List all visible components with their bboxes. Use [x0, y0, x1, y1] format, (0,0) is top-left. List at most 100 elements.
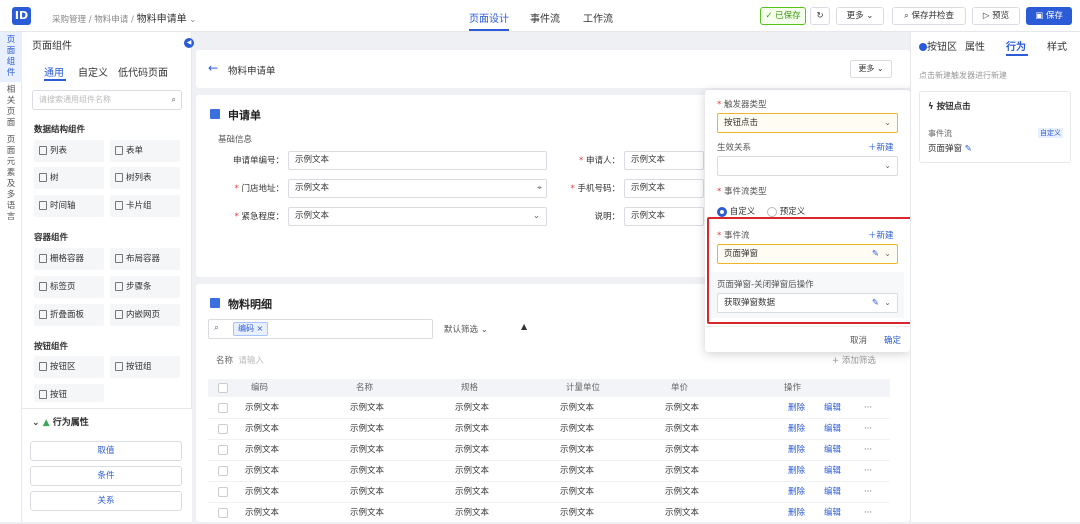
relation-button[interactable]: 关系: [30, 491, 182, 511]
default-filter-dropdown[interactable]: 默认筛选 ⌄: [444, 323, 488, 335]
filter-tag[interactable]: 编码 ×: [233, 322, 269, 336]
breadcrumb-item[interactable]: 采购管理: [52, 15, 86, 25]
confirm-button[interactable]: 确定: [884, 334, 901, 346]
tab-indicator: [44, 79, 66, 81]
tab-common[interactable]: 通用: [44, 64, 64, 79]
select-all-checkbox[interactable]: [218, 383, 228, 393]
row-checkbox[interactable]: [218, 445, 228, 455]
component-item[interactable]: 树: [34, 167, 104, 189]
tab-style[interactable]: 样式: [1047, 38, 1067, 53]
component-item[interactable]: 表单: [110, 140, 180, 162]
store-address-value: 示例文本: [295, 183, 330, 193]
more-button[interactable]: 更多 ⌄: [836, 7, 884, 25]
row-checkbox[interactable]: [218, 424, 228, 434]
flow-value-text: 页面弹窗: [928, 144, 963, 154]
store-address-input[interactable]: 示例文本 ⌖: [288, 179, 547, 198]
component-item[interactable]: 布局容器: [110, 248, 180, 270]
tab-behavior[interactable]: 行为: [1006, 38, 1026, 53]
tab-custom[interactable]: 自定义: [78, 64, 108, 79]
close-icon[interactable]: ×: [257, 324, 264, 333]
back-arrow-icon[interactable]: ←: [208, 61, 218, 75]
caret-up-icon[interactable]: ▲: [521, 322, 527, 331]
component-item[interactable]: 时间轴: [34, 195, 104, 217]
trigger-type-select[interactable]: 按钮点击 ⌄: [717, 113, 898, 133]
tab-properties[interactable]: 属性: [965, 38, 985, 53]
delete-link[interactable]: 删除: [788, 419, 805, 439]
component-item[interactable]: 折叠面板: [34, 304, 104, 326]
component-search-input[interactable]: 请搜索通用组件名称 ⌕: [32, 90, 182, 110]
component-item[interactable]: 按钮组: [110, 356, 180, 378]
more-actions-icon[interactable]: ···: [864, 440, 872, 460]
edit-link[interactable]: 编辑: [824, 503, 841, 523]
vtab-related-pages[interactable]: 相关页面: [0, 82, 22, 132]
delete-link[interactable]: 删除: [788, 461, 805, 481]
component-item[interactable]: 内嵌网页: [110, 304, 180, 326]
delete-link[interactable]: 删除: [788, 482, 805, 502]
edit-link[interactable]: 编辑: [824, 398, 841, 418]
more-actions-icon[interactable]: ···: [864, 482, 872, 502]
component-item[interactable]: 标签页: [34, 276, 104, 298]
component-item[interactable]: 按钮区: [34, 356, 104, 378]
trigger-card-title: ϟ 按钮点击: [928, 100, 971, 112]
edit-link[interactable]: 编辑: [824, 461, 841, 481]
urgency-select[interactable]: 示例文本 ⌄: [288, 207, 547, 226]
location-pin-icon[interactable]: ⌖: [537, 180, 542, 197]
radio-checked-icon: [717, 206, 727, 217]
delete-link[interactable]: 删除: [788, 398, 805, 418]
row-checkbox[interactable]: [218, 466, 228, 476]
cancel-button[interactable]: 取消: [850, 334, 867, 346]
edit-link[interactable]: 编辑: [824, 482, 841, 502]
component-item[interactable]: 按钮: [34, 384, 104, 402]
more-actions-icon[interactable]: ···: [864, 461, 872, 481]
component-item[interactable]: 列表: [34, 140, 104, 162]
tab-workflow[interactable]: 工作流: [583, 10, 613, 25]
detail-search-input[interactable]: ⌕ 编码 ×: [208, 319, 433, 339]
tab-button-area[interactable]: 按钮区: [919, 38, 957, 53]
collapse-icon[interactable]: ◀: [184, 38, 194, 48]
vtab-page-components[interactable]: 页面组件: [0, 32, 22, 82]
tab-lowcode-page[interactable]: 低代码页面: [118, 64, 168, 79]
component-item[interactable]: 卡片组: [110, 195, 180, 217]
chevron-down-icon[interactable]: ⌄: [189, 15, 196, 25]
applicant-input[interactable]: 示例文本: [624, 151, 704, 170]
tab-page-design[interactable]: 页面设计: [469, 10, 509, 25]
save-and-check-button[interactable]: ⌕ 保存并检查: [892, 7, 966, 25]
column-header: 编码: [251, 383, 269, 393]
tab-event-flow[interactable]: 事件流: [530, 10, 560, 25]
preview-button[interactable]: ▷ 预览: [972, 7, 1020, 25]
description-input[interactable]: 示例文本: [624, 207, 704, 226]
component-item[interactable]: 树列表: [110, 167, 180, 189]
radio-preset[interactable]: 预定义: [767, 205, 805, 217]
edit-link[interactable]: 编辑: [824, 440, 841, 460]
row-checkbox[interactable]: [218, 508, 228, 518]
more-actions-icon[interactable]: ···: [864, 398, 872, 418]
page-more-button[interactable]: 更多 ⌄: [850, 60, 892, 78]
effect-relation-select[interactable]: ⌄: [717, 156, 898, 176]
request-number-input[interactable]: 示例文本: [288, 151, 547, 170]
trigger-card[interactable]: ϟ 按钮点击 事件流 自定义 页面弹窗 ✎: [919, 91, 1071, 163]
app-logo[interactable]: ID: [12, 7, 31, 25]
edit-link[interactable]: 编辑: [824, 419, 841, 439]
value-button[interactable]: 取值: [30, 441, 182, 461]
phone-input[interactable]: 示例文本: [624, 179, 704, 198]
vtab-page-elements[interactable]: 页面元素及多语言: [0, 132, 22, 226]
component-item[interactable]: 步骤条: [110, 276, 180, 298]
save-button[interactable]: ▣ 保存: [1026, 7, 1072, 25]
row-checkbox[interactable]: [218, 403, 228, 413]
delete-link[interactable]: 删除: [788, 503, 805, 523]
radio-custom[interactable]: 自定义: [717, 205, 755, 217]
refresh-button[interactable]: ↻: [810, 7, 830, 25]
name-filter-input[interactable]: 请输入: [238, 356, 264, 366]
breadcrumb-item[interactable]: 物料申请: [94, 15, 128, 25]
row-checkbox[interactable]: [218, 487, 228, 497]
delete-link[interactable]: 删除: [788, 440, 805, 460]
new-relation-button[interactable]: ＋新建: [868, 141, 894, 153]
more-actions-icon[interactable]: ···: [864, 419, 872, 439]
condition-button[interactable]: 条件: [30, 466, 182, 486]
component-item[interactable]: 栅格容器: [34, 248, 104, 270]
edit-pencil-icon[interactable]: ✎: [965, 144, 972, 154]
more-actions-icon[interactable]: ···: [864, 503, 872, 523]
behavior-header[interactable]: ⌄ ▲ 行为属性: [32, 415, 89, 428]
add-filter-button[interactable]: + 添加筛选: [832, 354, 876, 366]
document-title[interactable]: 物料申请单: [137, 14, 187, 25]
